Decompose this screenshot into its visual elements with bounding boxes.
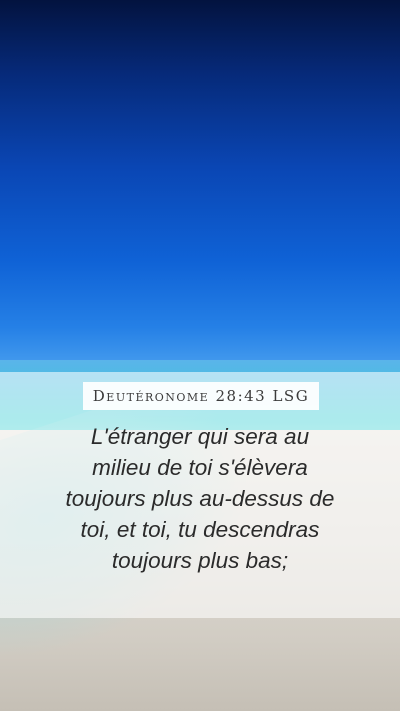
sky: [0, 0, 400, 372]
verse-reference-tag: Deutéronome 28:43 LSG: [83, 382, 319, 410]
verse-text: L'étranger qui sera au milieu de toi s'é…: [65, 424, 335, 573]
verse-reference: Deutéronome 28:43 LSG: [92, 387, 310, 405]
